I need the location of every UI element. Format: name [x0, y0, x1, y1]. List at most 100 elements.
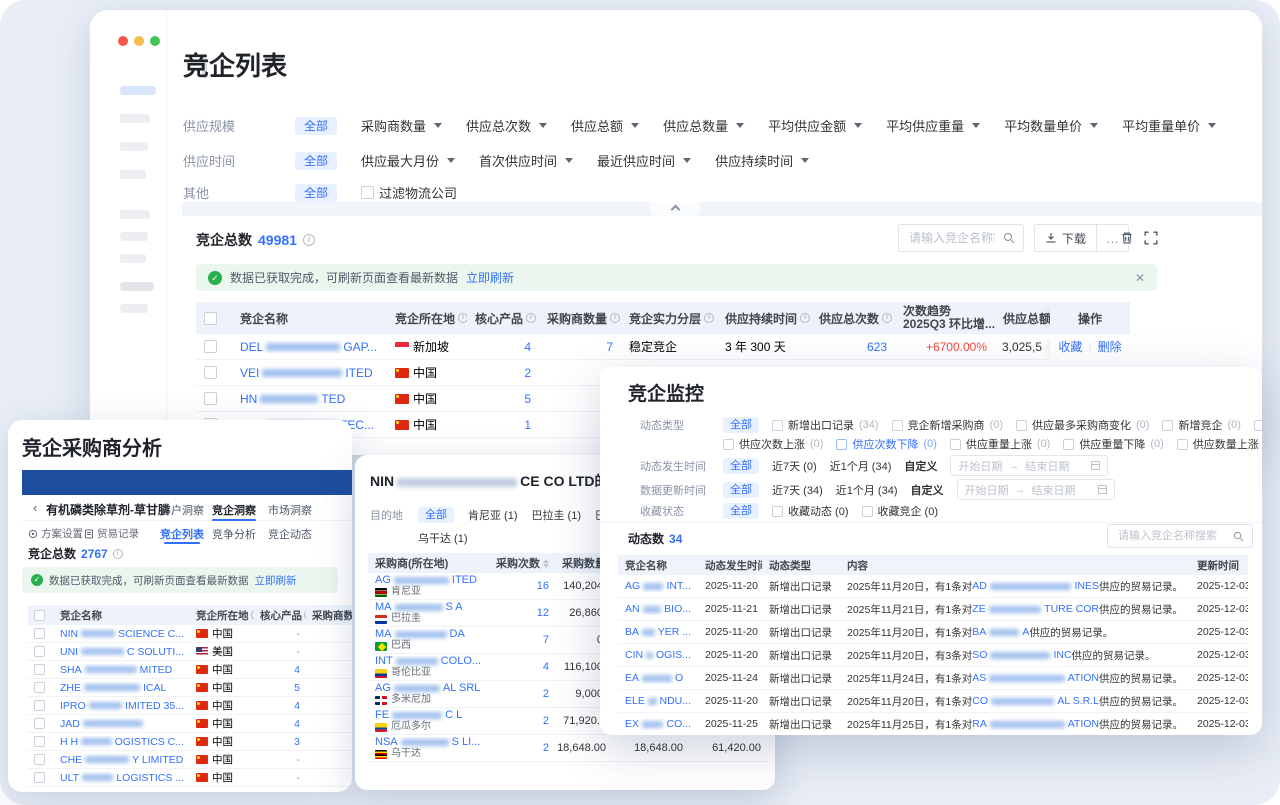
- product-count[interactable]: 4: [254, 700, 306, 712]
- type-weight-up[interactable]: 供应重量上涨(0): [950, 436, 1050, 452]
- competitor-name-link[interactable]: VEIITED: [232, 366, 387, 380]
- info-icon[interactable]: i: [458, 313, 467, 323]
- collapse-tab[interactable]: [650, 202, 700, 216]
- competitor-name-link[interactable]: BAYER ...: [618, 626, 698, 638]
- filter-supply-times[interactable]: 供应总次数: [466, 116, 547, 135]
- date-range-input[interactable]: 开始日期→结束日期: [957, 479, 1115, 500]
- table-row[interactable]: ELENDU... 2025-11-20 新增出口记录 2025年11月20日，…: [618, 690, 1248, 713]
- competitor-name-link[interactable]: NINSCIENCE C...: [54, 628, 190, 640]
- competitor-name-link[interactable]: AGINT...: [618, 580, 698, 592]
- competitor-name-link[interactable]: SHAMITED: [54, 664, 190, 676]
- table-row[interactable]: CHEY LIMITED 中国 -: [28, 751, 352, 769]
- search-box[interactable]: [898, 224, 1024, 252]
- sidebar-item[interactable]: [120, 142, 148, 151]
- checkbox-icon[interactable]: [34, 736, 45, 747]
- close-icon[interactable]: ✕: [1135, 271, 1145, 285]
- dest-paraguay[interactable]: 巴拉圭 (1): [532, 507, 582, 523]
- type-weight-down[interactable]: 供应重量下降(0): [1063, 436, 1163, 452]
- buyer-count[interactable]: 7: [539, 340, 621, 354]
- fav-dynamics[interactable]: 收藏动态 (0): [772, 503, 849, 519]
- subtab-competitor-list[interactable]: 竞企列表: [160, 526, 204, 542]
- table-row[interactable]: NSAS LI... 乌干达 2 18,648.00 18,648.00 61,…: [368, 735, 768, 762]
- product-count[interactable]: 2: [467, 366, 539, 380]
- search-box[interactable]: [1107, 524, 1253, 548]
- product-count[interactable]: 4: [254, 664, 306, 676]
- competitor-name-link[interactable]: HNTED: [232, 392, 387, 406]
- filter-all-chip[interactable]: 全部: [723, 417, 759, 433]
- filter-logistics-checkbox[interactable]: 过滤物流公司: [361, 183, 457, 202]
- checkbox-icon[interactable]: [204, 392, 217, 405]
- occur-1m[interactable]: 近1个月 (34): [830, 458, 892, 474]
- sort-icon[interactable]: [543, 559, 549, 568]
- competitor-name-link[interactable]: CHEY LIMITED: [54, 754, 190, 766]
- checkbox-icon[interactable]: [34, 772, 45, 783]
- table-row[interactable]: DELGAP... 新加坡 4 7 稳定竞企 3 年 300 天 623 +67…: [196, 334, 1130, 360]
- checkbox-icon[interactable]: [34, 628, 45, 639]
- select-all-cell[interactable]: [28, 610, 54, 621]
- custom-label[interactable]: 自定义: [904, 458, 937, 474]
- checkbox-icon[interactable]: [34, 664, 45, 675]
- type-qty-up[interactable]: 供应数量上涨(0): [1177, 436, 1262, 452]
- info-icon[interactable]: i: [800, 313, 810, 323]
- delete-row-button[interactable]: 删除: [1098, 338, 1122, 355]
- times-cell[interactable]: 7: [488, 634, 556, 646]
- filter-supply-amount[interactable]: 供应总额: [571, 116, 639, 135]
- filter-all-chip[interactable]: 全部: [723, 458, 759, 474]
- filter-supply-qty[interactable]: 供应总数量: [663, 116, 744, 135]
- buyer-cell[interactable]: INTCOLO... 哥伦比亚: [368, 656, 488, 678]
- table-row[interactable]: EXCO... 2025-11-25 新增出口记录 2025年11月25日，有1…: [618, 713, 1248, 735]
- filter-all-chip[interactable]: 全部: [295, 117, 337, 135]
- update-7d[interactable]: 近7天 (34): [772, 482, 823, 498]
- buyer-cell[interactable]: NSAS LI... 乌干达: [368, 737, 488, 759]
- buyer-cell[interactable]: MAS A 巴拉圭: [368, 602, 488, 624]
- filter-duration[interactable]: 供应持续时间: [715, 151, 809, 170]
- occur-7d[interactable]: 近7天 (0): [772, 458, 817, 474]
- filter-max-month[interactable]: 供应最大月份: [361, 151, 455, 170]
- table-row[interactable]: ULTLOGISTICS ... 中国 -: [28, 769, 352, 787]
- competitor-name-link[interactable]: ANBIO...: [618, 603, 698, 615]
- custom-label[interactable]: 自定义: [911, 482, 944, 498]
- table-row[interactable]: H HOGISTICS C... 中国 3: [28, 733, 352, 751]
- times-cell[interactable]: 2: [488, 715, 556, 727]
- competitor-name-link[interactable]: DELGAP...: [232, 340, 387, 354]
- tab-competitor-insight[interactable]: 竞企洞察: [212, 502, 256, 518]
- refresh-now-link[interactable]: 立即刷新: [255, 573, 297, 588]
- select-all-cell[interactable]: [196, 312, 232, 325]
- sidebar-item[interactable]: [120, 254, 146, 263]
- checkbox-icon[interactable]: [34, 646, 45, 657]
- info-icon[interactable]: i: [303, 234, 315, 246]
- checkbox-icon[interactable]: [34, 718, 45, 729]
- times-cell[interactable]: 2: [488, 688, 556, 700]
- competitor-name-link[interactable]: IPROIMITED 35...: [54, 700, 190, 712]
- dest-uganda[interactable]: 乌干达 (1): [418, 533, 468, 545]
- competitor-name-link[interactable]: JAD: [54, 718, 190, 730]
- filter-buyer-count[interactable]: 采购商数量: [361, 116, 442, 135]
- tab-market-insight[interactable]: 市场洞察: [268, 502, 312, 518]
- filter-avg-amount[interactable]: 平均供应金额: [768, 116, 862, 135]
- table-row[interactable]: SHAMITED 中国 4: [28, 661, 352, 679]
- tab-customer-insight[interactable]: 客户洞察: [160, 502, 204, 518]
- type-times-down[interactable]: 供应次数下降(0): [836, 436, 936, 452]
- checkbox-icon[interactable]: [34, 682, 45, 693]
- competitor-name-link[interactable]: ZHEICAL: [54, 682, 190, 694]
- checkbox-icon[interactable]: [204, 366, 217, 379]
- buyer-cell[interactable]: AGAL SRL 多米尼加: [368, 683, 488, 705]
- checkbox-icon[interactable]: [204, 340, 217, 353]
- date-range-input[interactable]: 开始日期→结束日期: [950, 455, 1108, 476]
- sidebar-item[interactable]: [120, 210, 150, 219]
- favorite-button[interactable]: 收藏: [1058, 338, 1082, 355]
- competitor-name-link[interactable]: EAO: [618, 672, 698, 684]
- sidebar-item[interactable]: [120, 232, 148, 241]
- table-row[interactable]: ANBIO... 2025-11-21 新增出口记录 2025年11月21日，有…: [618, 598, 1248, 621]
- buyer-cell[interactable]: FEC L 厄瓜多尔: [368, 710, 488, 732]
- type-amount-up[interactable]: 供应金额上涨(0): [1254, 417, 1262, 433]
- table-row[interactable]: UNIC SOLUTI... 美国 -: [28, 643, 352, 661]
- type-new-buyer[interactable]: 竞企新增采购商(0): [892, 417, 1003, 433]
- type-new-export-record[interactable]: 新增出口记录(34): [772, 417, 879, 433]
- filter-avg-qty-price[interactable]: 平均数量单价: [1004, 116, 1098, 135]
- product-count[interactable]: 4: [467, 340, 539, 354]
- table-row[interactable]: AGINT... 2025-11-20 新增出口记录 2025年11月20日，有…: [618, 575, 1248, 598]
- product-count[interactable]: 5: [467, 392, 539, 406]
- sidebar-item[interactable]: [120, 170, 146, 179]
- update-1m[interactable]: 近1个月 (34): [836, 482, 898, 498]
